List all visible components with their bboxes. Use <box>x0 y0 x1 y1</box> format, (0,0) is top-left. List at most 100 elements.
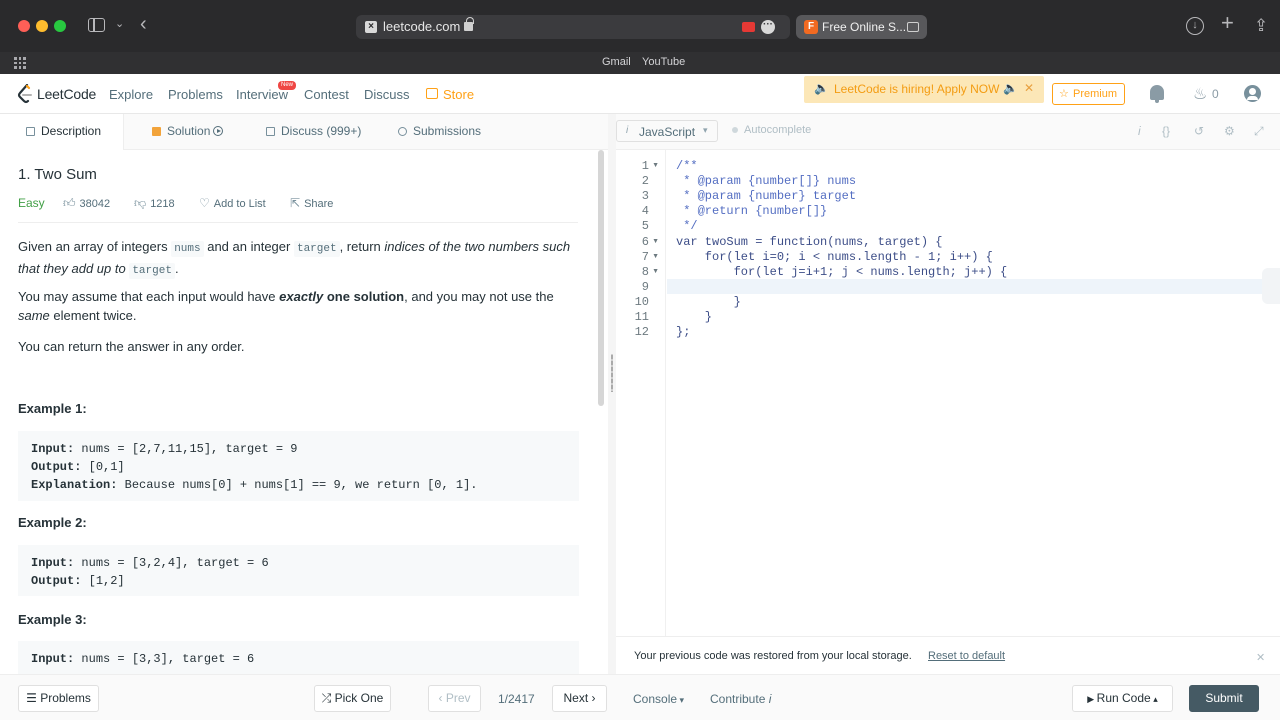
leetcode-logo-icon[interactable] <box>17 84 33 104</box>
chevron-right-icon: › <box>588 691 596 705</box>
problem-statement: Given an array of integers nums and an i… <box>18 239 571 279</box>
chevron-down-icon[interactable]: ⌄ <box>115 17 124 30</box>
example-title: Example 1: <box>18 401 87 416</box>
star-icon: ☆ <box>1059 88 1069 100</box>
console-toggle[interactable]: Console ▾ <box>633 692 684 706</box>
fold-icon[interactable]: ▼ <box>652 238 659 245</box>
bell-icon[interactable] <box>1150 85 1164 103</box>
code-line[interactable]: * @param {number[]} nums <box>676 174 856 188</box>
fold-icon[interactable]: ▼ <box>652 253 659 260</box>
code-line[interactable]: * @param {number} target <box>676 189 856 203</box>
brand-name[interactable]: LeetCode <box>37 86 96 102</box>
hiring-banner[interactable]: 🔈 LeetCode is hiring! Apply NOW 🔈 ✕ <box>804 76 1044 103</box>
line-number: 6 <box>641 235 649 249</box>
clock-icon <box>398 127 407 136</box>
shuffle-icon: ⤮ <box>321 691 335 705</box>
hiring-text[interactable]: LeetCode is hiring! Apply NOW <box>834 82 999 96</box>
reset-icon[interactable]: ↺ <box>1194 124 1204 138</box>
fold-icon[interactable]: ▼ <box>652 268 659 275</box>
flame-icon[interactable]: ♨ <box>1193 84 1207 104</box>
sidebar-toggle-icon[interactable] <box>88 18 105 32</box>
like-button[interactable]: 👍︎ 38042 <box>63 196 110 211</box>
button-label: Contribute <box>710 692 766 706</box>
comment-icon <box>266 127 275 136</box>
pane-splitter[interactable] <box>608 114 616 674</box>
line-number: 12 <box>634 325 649 339</box>
bookmark-gmail[interactable]: Gmail <box>602 56 631 68</box>
more-icon[interactable]: ··· <box>761 20 775 34</box>
nav-discuss[interactable]: Discuss <box>364 87 410 102</box>
back-arrow-icon[interactable]: ‹ <box>140 14 147 34</box>
premium-button[interactable]: ☆ Premium <box>1052 83 1125 105</box>
record-extension-icon[interactable] <box>742 22 755 32</box>
close-icon[interactable]: ✕ <box>1024 81 1034 95</box>
close-window-button[interactable] <box>18 20 30 32</box>
code-line[interactable]: var twoSum = function(nums, target) { <box>676 235 942 249</box>
share-icon[interactable]: ⇪ <box>1254 17 1268 35</box>
code-line[interactable]: * @return {number[]} <box>676 204 827 218</box>
nav-problems[interactable]: Problems <box>168 87 223 102</box>
prev-button[interactable]: ‹ Prev <box>428 685 481 712</box>
share-label: Share <box>304 198 334 210</box>
bookmark-youtube[interactable]: YouTube <box>642 56 685 68</box>
close-icon[interactable]: ✕ <box>1256 651 1265 664</box>
avatar[interactable] <box>1244 85 1261 102</box>
braces-icon[interactable]: {} <box>1162 124 1170 138</box>
pick-one-button[interactable]: ⤮ Pick One <box>314 685 391 712</box>
problem-assumption: You may assume that each input would hav… <box>18 289 554 323</box>
autocomplete-toggle[interactable]: Autocomplete <box>732 124 811 136</box>
list-icon: ☰ <box>26 691 41 705</box>
dislike-button[interactable]: 👎︎ 1218 <box>134 196 175 211</box>
add-to-list-label: Add to List <box>213 198 266 210</box>
problem-title: 1. Two Sum <box>18 166 97 183</box>
grid-icon[interactable] <box>14 57 26 69</box>
minimize-window-button[interactable] <box>36 20 48 32</box>
description-icon <box>26 127 35 136</box>
code-line[interactable]: for(let i=0; i < nums.length - 1; i++) { <box>676 250 993 264</box>
language-select[interactable]: i JavaScript ▾ <box>616 120 718 142</box>
submit-button[interactable]: Submit <box>1189 685 1259 712</box>
contribute-link[interactable]: Contribute i <box>710 692 771 706</box>
code-line[interactable]: }; <box>676 325 690 339</box>
tab-label: Discuss (999+) <box>281 124 362 138</box>
scrollbar[interactable] <box>598 150 604 406</box>
info-icon[interactable]: i <box>1138 124 1141 138</box>
code-editor[interactable]: /** * @param {number[]} nums * @param {n… <box>667 150 1280 636</box>
add-to-list-button[interactable]: ♡ Add to List <box>199 196 266 210</box>
nav-store[interactable]: Store <box>443 87 474 102</box>
tab-submissions[interactable]: Submissions <box>398 114 481 150</box>
problem-tabs: Description Solution Discuss (999+) Subm… <box>0 114 608 150</box>
nav-contest[interactable]: Contest <box>304 87 349 102</box>
browser-tab[interactable]: F Free Online S... <box>796 15 927 39</box>
fullscreen-icon[interactable]: ⤢ <box>1254 124 1264 139</box>
code-line[interactable]: } <box>676 295 741 309</box>
code-line[interactable]: */ <box>676 219 697 233</box>
problems-list-button[interactable]: ☰ Problems <box>18 685 99 712</box>
run-code-button[interactable]: ▶ Run Code ▴ <box>1072 685 1173 712</box>
code-line[interactable]: } <box>676 310 712 324</box>
tab-overview-icon[interactable] <box>907 22 919 32</box>
code-line[interactable]: /** <box>676 159 698 173</box>
settings-gear-icon[interactable]: ⚙ <box>1224 124 1235 138</box>
play-icon: ▶ <box>1087 694 1097 704</box>
address-bar[interactable]: × leetcode.com ··· <box>356 15 790 39</box>
new-tab-plus-icon[interactable]: + <box>1221 12 1234 34</box>
drag-handle-icon[interactable] <box>611 354 613 392</box>
next-button[interactable]: Next › <box>552 685 607 712</box>
tab-solution[interactable]: Solution <box>152 114 224 150</box>
autocomplete-label: Autocomplete <box>744 124 812 136</box>
zoom-window-button[interactable] <box>54 20 66 32</box>
difficulty-badge: Easy <box>18 196 45 210</box>
code-line[interactable]: for(let j=i+1; j < nums.length; j++) { <box>676 265 1008 279</box>
store-icon <box>426 88 438 99</box>
tab-discuss[interactable]: Discuss (999+) <box>266 114 361 150</box>
side-panel-tab[interactable] <box>1262 268 1280 304</box>
tab-description[interactable]: Description <box>0 114 124 150</box>
reset-to-default-link[interactable]: Reset to default <box>928 650 1005 662</box>
share-button[interactable]: ⇱ Share <box>290 196 333 210</box>
download-icon[interactable]: ↓ <box>1186 17 1204 35</box>
tab-label: Solution <box>167 124 211 138</box>
nav-explore[interactable]: Explore <box>109 87 153 102</box>
fold-icon[interactable]: ▼ <box>652 162 659 169</box>
line-number: 11 <box>634 310 649 324</box>
